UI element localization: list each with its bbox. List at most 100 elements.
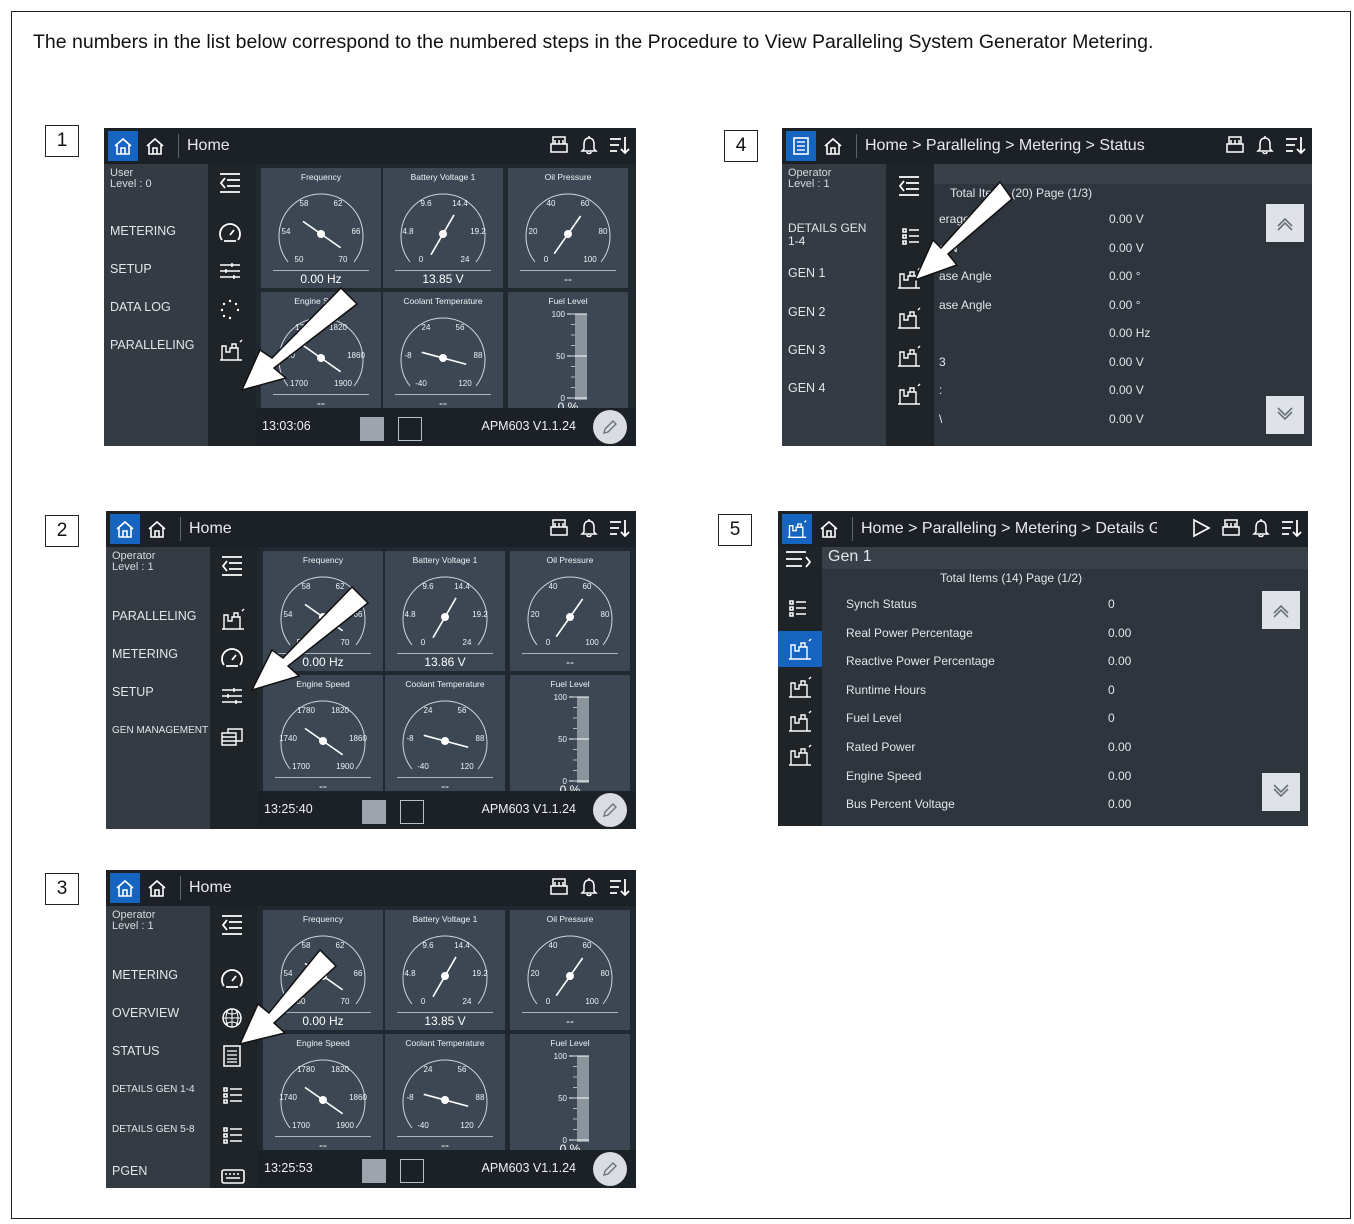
home-icon[interactable]: [818, 131, 848, 161]
status-square-filled[interactable]: [362, 800, 386, 824]
bell-icon[interactable]: [578, 134, 600, 156]
status-list-icon[interactable]: [786, 131, 816, 161]
status-square-empty[interactable]: [400, 1159, 424, 1183]
icon-column: [778, 547, 822, 826]
menu-item-gen-3[interactable]: GEN 3: [788, 343, 826, 357]
edit-pencil-icon[interactable]: [593, 410, 627, 444]
page-down-button[interactable]: [1262, 773, 1300, 811]
bell-icon[interactable]: [578, 517, 600, 539]
printer-icon[interactable]: [548, 134, 570, 156]
gauge-icon[interactable]: [216, 220, 246, 248]
gauge-title: Frequency: [300, 172, 342, 182]
printer-icon[interactable]: [1224, 134, 1246, 156]
page-up-button[interactable]: [1262, 591, 1300, 629]
play-icon[interactable]: [1190, 517, 1212, 539]
gen-management-icon[interactable]: [218, 723, 248, 751]
status-square-empty[interactable]: [398, 417, 422, 441]
menu-item-gen-4[interactable]: GEN 4: [788, 381, 826, 395]
bell-icon[interactable]: [1250, 517, 1272, 539]
bell-icon[interactable]: [578, 876, 600, 898]
fuel-level-bar: [577, 1056, 589, 1142]
home-icon[interactable]: [814, 514, 844, 544]
settings-sliders-icon[interactable]: [216, 258, 246, 286]
generator-icon[interactable]: [894, 342, 924, 370]
menu-item-metering[interactable]: METERING: [110, 224, 176, 238]
list-icon[interactable]: [218, 1082, 248, 1110]
status-bar: 13:25:40 APM603 V1.1.24: [258, 791, 636, 829]
settings-sliders-icon[interactable]: [218, 683, 248, 711]
generator-icon[interactable]: [787, 675, 813, 704]
home-icon[interactable]: [110, 873, 140, 903]
sort-icon[interactable]: [608, 876, 630, 898]
gauge-value-underline: [395, 270, 491, 271]
printer-icon[interactable]: [1220, 517, 1242, 539]
menu-item-setup[interactable]: SETUP: [112, 685, 154, 699]
menu-item-data-log[interactable]: DATA LOG: [110, 300, 171, 314]
list-icon[interactable]: [218, 1122, 248, 1150]
menu-item-gen-1[interactable]: GEN 1: [788, 266, 826, 280]
collapse-menu-icon[interactable]: [894, 172, 924, 200]
collapse-menu-icon[interactable]: [218, 912, 248, 940]
gauge-tick-label: 14.4: [452, 199, 468, 208]
list-icon[interactable]: [784, 597, 810, 624]
page-down-button[interactable]: [1266, 396, 1304, 434]
gauge-icon[interactable]: [218, 645, 248, 673]
menu-item-metering[interactable]: METERING: [112, 647, 178, 661]
menu-item-pgen[interactable]: PGEN: [112, 1164, 147, 1178]
printer-icon[interactable]: [548, 517, 570, 539]
menu-item-paralleling[interactable]: PARALLELING: [112, 609, 197, 623]
gauge-tick-label: 0: [421, 638, 426, 647]
home-icon[interactable]: [140, 131, 170, 161]
status-square-filled[interactable]: [360, 417, 384, 441]
menu-item-details-gen-5-8[interactable]: DETAILS GEN 5-8: [112, 1124, 195, 1135]
menu-item-gen-management[interactable]: GEN MANAGEMENT: [112, 725, 208, 736]
gauge-tick-label: 19.2: [472, 610, 488, 619]
menu-item-status[interactable]: STATUS: [112, 1044, 159, 1058]
home-icon[interactable]: [142, 514, 172, 544]
globe-icon[interactable]: [218, 1004, 248, 1032]
gauge-tick-label: 80: [601, 610, 610, 619]
generator-icon[interactable]: [216, 336, 246, 364]
sort-icon[interactable]: [608, 517, 630, 539]
status-square-filled[interactable]: [362, 1159, 386, 1183]
page-up-button[interactable]: [1266, 204, 1304, 242]
expand-menu-icon[interactable]: [784, 549, 814, 578]
menu-item-metering[interactable]: METERING: [112, 968, 178, 982]
left-menu: Operator Level : 1 DETAILS GEN 1-4 GEN 1…: [782, 164, 886, 446]
generator-icon-selected[interactable]: [778, 631, 822, 667]
printer-icon[interactable]: [548, 876, 570, 898]
edit-pencil-icon[interactable]: [593, 1152, 627, 1186]
sort-icon[interactable]: [1284, 134, 1306, 156]
home-icon[interactable]: [110, 514, 140, 544]
data-log-icon[interactable]: [216, 296, 246, 324]
generator-icon[interactable]: [787, 709, 813, 738]
generator-icon[interactable]: [787, 743, 813, 772]
home-icon[interactable]: [108, 131, 138, 161]
gauge-dial: [278, 193, 364, 263]
generator-icon[interactable]: [218, 605, 248, 633]
keyboard-icon[interactable]: [218, 1162, 248, 1188]
generator-icon[interactable]: [894, 264, 924, 292]
menu-item-setup[interactable]: SETUP: [110, 262, 152, 276]
home-icon[interactable]: [142, 873, 172, 903]
generator-icon[interactable]: [894, 304, 924, 332]
list-icon[interactable]: [894, 222, 924, 250]
menu-item-paralleling[interactable]: PARALLELING: [110, 338, 195, 352]
generator-icon[interactable]: [782, 514, 812, 544]
sort-icon[interactable]: [1280, 517, 1302, 539]
status-list-icon[interactable]: [218, 1042, 248, 1070]
menu-item-details-gen-1-4[interactable]: DETAILS GEN 1-4: [112, 1084, 195, 1095]
bell-icon[interactable]: [1254, 134, 1276, 156]
gauge-title: Engine Speed: [296, 1038, 350, 1048]
menu-item-overview[interactable]: OVERVIEW: [112, 1006, 179, 1020]
sort-icon[interactable]: [608, 134, 630, 156]
gauge-tick-label: 66: [352, 227, 361, 236]
status-square-empty[interactable]: [400, 800, 424, 824]
menu-item-gen-2[interactable]: GEN 2: [788, 305, 826, 319]
generator-icon[interactable]: [894, 380, 924, 408]
menu-item-details-gen-1-4[interactable]: DETAILS GEN 1-4: [788, 222, 878, 248]
collapse-menu-icon[interactable]: [218, 553, 248, 581]
gauge-icon[interactable]: [218, 966, 248, 994]
edit-pencil-icon[interactable]: [593, 793, 627, 827]
collapse-menu-icon[interactable]: [216, 170, 246, 198]
